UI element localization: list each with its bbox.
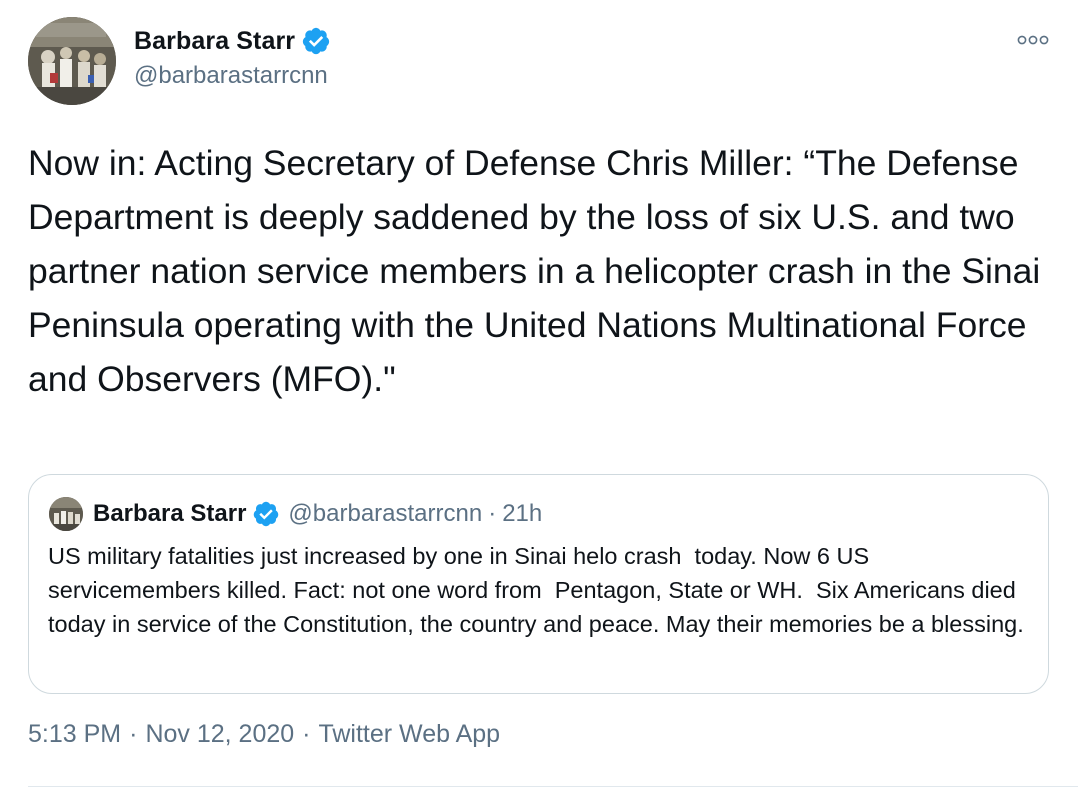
quoted-tweet-text: US military fatalities just increased by… — [48, 543, 1024, 637]
quoted-tweet[interactable]: Barbara Starr @barbarastarrcnn · 21h US … — [28, 474, 1049, 694]
tweet-card: Barbara Starr @barbarastarrcnn Now in: A… — [0, 0, 1078, 790]
quoted-author-display-name[interactable]: Barbara Starr — [93, 500, 246, 528]
separator-dot: · — [488, 500, 497, 527]
separator-dot: · — [129, 720, 138, 748]
quoted-tweet-age[interactable]: 21h — [502, 500, 542, 528]
author-name-row[interactable]: Barbara Starr — [134, 26, 331, 56]
author-handle[interactable]: @barbarastarrcnn — [134, 62, 328, 90]
tweet-meta: 5:13 PM · Nov 12, 2020 · Twitter Web App — [28, 720, 500, 749]
tweet-date[interactable]: Nov 12, 2020 — [145, 720, 294, 749]
author-display-name[interactable]: Barbara Starr — [134, 27, 295, 56]
verified-badge-icon — [301, 26, 331, 56]
divider — [28, 786, 1078, 787]
more-options-icon[interactable] — [1016, 30, 1050, 50]
quoted-tweet-header: Barbara Starr @barbarastarrcnn · 21h — [93, 497, 542, 531]
tweet-source[interactable]: Twitter Web App — [318, 720, 500, 749]
author-avatar[interactable] — [28, 17, 116, 105]
quoted-author-avatar[interactable] — [49, 497, 83, 531]
quoted-author-handle[interactable]: @barbarastarrcnn — [288, 500, 482, 528]
separator-dot: · — [302, 720, 311, 748]
verified-badge-icon — [252, 500, 280, 528]
tweet-text: Now in: Acting Secretary of Defense Chri… — [28, 143, 1051, 399]
tweet-time[interactable]: 5:13 PM — [28, 720, 121, 749]
